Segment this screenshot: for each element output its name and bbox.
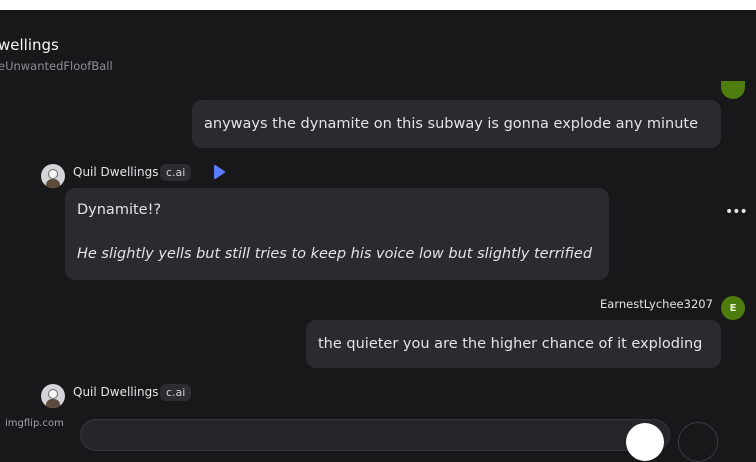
play-icon[interactable] (213, 165, 225, 179)
imgflip-watermark: imgflip.com (5, 418, 64, 429)
user-message-bubble: anyways the dynamite on this subway is g… (192, 100, 721, 148)
chat-title: wellings (0, 36, 59, 54)
more-options-icon[interactable]: ••• (725, 204, 748, 220)
call-button[interactable] (678, 422, 718, 462)
top-bar (0, 0, 756, 10)
message-text: anyways the dynamite on this subway is g… (204, 116, 699, 132)
character-avatar[interactable] (41, 384, 65, 408)
character-message-bubble: Dynamite!? He slightly yells but still t… (65, 188, 609, 280)
character-name[interactable]: Quil Dwellings (73, 385, 158, 399)
message-text: the quieter you are the higher chance of… (318, 336, 703, 352)
character-avatar[interactable] (41, 164, 65, 188)
cai-badge: c.ai (160, 164, 192, 181)
send-button[interactable] (626, 423, 664, 461)
user-avatar[interactable]: E (721, 296, 745, 320)
user-name: EarnestLychee3207 (600, 297, 713, 311)
character-name[interactable]: Quil Dwellings (73, 165, 158, 179)
avatar-letter: E (729, 302, 737, 314)
user-avatar-partial (721, 81, 745, 99)
message-text: Dynamite!? (77, 202, 162, 218)
message-input[interactable] (80, 419, 670, 451)
user-message-bubble: the quieter you are the higher chance of… (306, 320, 721, 368)
message-action-text: He slightly yells but still tries to kee… (77, 246, 593, 262)
cai-badge: c.ai (160, 384, 192, 401)
chat-creator: eUnwantedFloofBall (0, 59, 113, 73)
